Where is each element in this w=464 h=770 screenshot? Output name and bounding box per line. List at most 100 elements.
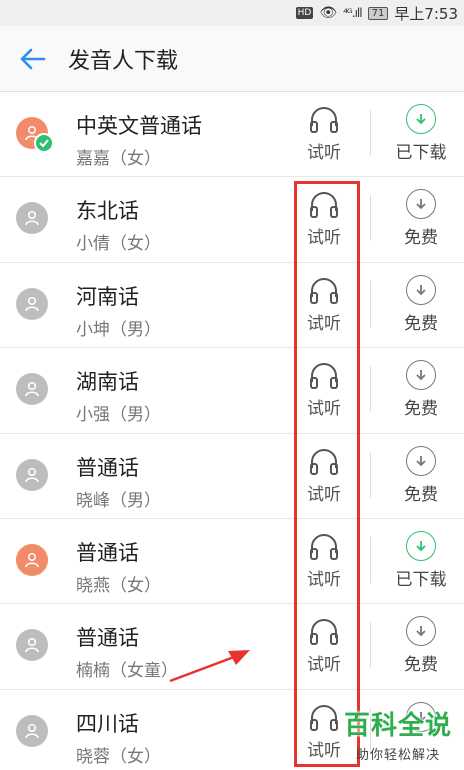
watermark: 百科全说 助你轻松解决 [344, 705, 452, 763]
divider [370, 366, 371, 413]
download-icon [406, 104, 436, 134]
speaker-row[interactable]: 河南话小坤（男） 试听 免费 [0, 263, 464, 349]
eye-icon: 👁 [319, 5, 338, 21]
avatar [16, 714, 48, 747]
listen-label: 试听 [307, 228, 341, 249]
person-icon [25, 467, 39, 482]
divider [370, 195, 371, 242]
listen-label: 试听 [307, 313, 341, 334]
person-icon [25, 296, 39, 311]
speaker-row[interactable]: 普通话晓峰（男） 试听 免费 [0, 434, 464, 519]
person-icon [25, 723, 39, 738]
download-icon [406, 530, 436, 561]
clock: 早上7:53 [394, 4, 458, 23]
check-icon [34, 133, 54, 153]
divider [370, 280, 371, 327]
download-button[interactable]: 免费 [388, 616, 454, 678]
listen-button[interactable]: 试听 [296, 189, 352, 251]
speaker-name: 四川话 [76, 711, 139, 736]
speaker-voice: 小强（男） [76, 405, 161, 426]
divider [370, 110, 371, 156]
hd-badge: HD [295, 7, 314, 19]
headphones-icon [310, 448, 338, 475]
red-arrow-annotation [169, 650, 250, 683]
listen-label: 试听 [307, 399, 341, 420]
avatar [16, 287, 48, 320]
download-label: 免费 [404, 484, 438, 505]
person-icon [25, 211, 39, 226]
listen-label: 试听 [307, 569, 341, 590]
person-icon [25, 552, 39, 568]
battery-icon: 71 [367, 6, 389, 20]
listen-button[interactable]: 试听 [296, 104, 352, 166]
avatar [16, 458, 48, 491]
download-label: 免费 [404, 655, 438, 676]
headphones-icon [310, 192, 338, 219]
speaker-name: 普通话 [76, 626, 139, 651]
person-icon [25, 382, 39, 397]
listen-label: 试听 [307, 740, 341, 761]
download-icon [406, 274, 436, 305]
speaker-row[interactable]: 东北话小倩（女） 试听 免费 [0, 177, 464, 263]
listen-button[interactable]: 试听 [296, 531, 352, 593]
divider [370, 622, 371, 669]
divider [370, 536, 371, 583]
headphones-icon [310, 704, 338, 731]
headphones-icon [310, 619, 338, 646]
headphones-icon [310, 533, 338, 560]
speaker-row[interactable]: 中英文普通话嘉嘉（女） 试听 已下载 [0, 92, 464, 178]
speaker-name: 普通话 [76, 455, 139, 480]
download-label: 免费 [404, 313, 438, 334]
speaker-name: 普通话 [76, 540, 139, 565]
arrow-left-icon [20, 48, 46, 69]
download-icon [406, 445, 436, 476]
download-button[interactable]: 免费 [388, 189, 454, 251]
listen-label: 试听 [307, 143, 341, 163]
listen-label: 试听 [307, 655, 341, 676]
page-title: 发音人下载 [68, 48, 179, 74]
speaker-voice: 小坤（男） [76, 319, 161, 340]
download-label: 已下载 [395, 569, 447, 590]
download-button[interactable]: 免费 [388, 445, 454, 508]
speaker-name: 河南话 [76, 284, 139, 309]
speaker-voice: 嘉嘉（女） [76, 149, 161, 169]
listen-label: 试听 [307, 484, 341, 505]
watermark-subtitle: 助你轻松解决 [355, 748, 440, 763]
headphones-icon [310, 363, 338, 390]
download-button[interactable]: 免费 [388, 274, 454, 337]
listen-button[interactable]: 试听 [296, 360, 352, 422]
listen-button[interactable]: 试听 [296, 275, 352, 337]
speaker-voice: 楠楠（女童） [76, 661, 178, 682]
back-button[interactable] [0, 26, 64, 92]
headphones-icon [310, 107, 338, 133]
speaker-voice: 小倩（女） [76, 234, 161, 255]
avatar [16, 543, 48, 576]
download-label: 免费 [404, 228, 438, 249]
speaker-row[interactable]: 普通话晓燕（女） 试听 已下载 [0, 519, 464, 605]
avatar [16, 373, 48, 406]
speaker-name: 中英文普通话 [76, 114, 202, 138]
watermark-title: 百科全说 [343, 711, 452, 741]
listen-button[interactable]: 试听 [296, 446, 352, 508]
divider [370, 451, 371, 498]
listen-button[interactable]: 试听 [296, 616, 352, 678]
app-header: 发音人下载 [0, 26, 464, 92]
download-icon [406, 360, 436, 391]
download-label: 已下载 [395, 143, 447, 163]
speaker-name: 湖南话 [76, 370, 139, 395]
person-icon [25, 638, 39, 653]
download-button[interactable]: 免费 [388, 360, 454, 422]
download-label: 免费 [404, 399, 438, 420]
download-button[interactable]: 已下载 [388, 530, 454, 593]
download-icon [406, 189, 436, 220]
avatar [16, 202, 48, 235]
headphones-icon [310, 277, 338, 304]
speaker-row[interactable]: 湖南话小强（男） 试听 免费 [0, 348, 464, 434]
signal-icon: ⁴ᴳ.ıll [343, 6, 363, 20]
speaker-name: 东北话 [76, 199, 139, 224]
download-button[interactable]: 已下载 [388, 104, 454, 166]
speaker-voice: 晓峰（男） [76, 490, 161, 511]
speaker-voice: 晓蓉（女） [76, 746, 161, 767]
speaker-voice: 晓燕（女） [76, 575, 161, 596]
status-bar: HD 👁 ⁴ᴳ.ıll 71 早上7:53 [0, 0, 464, 26]
